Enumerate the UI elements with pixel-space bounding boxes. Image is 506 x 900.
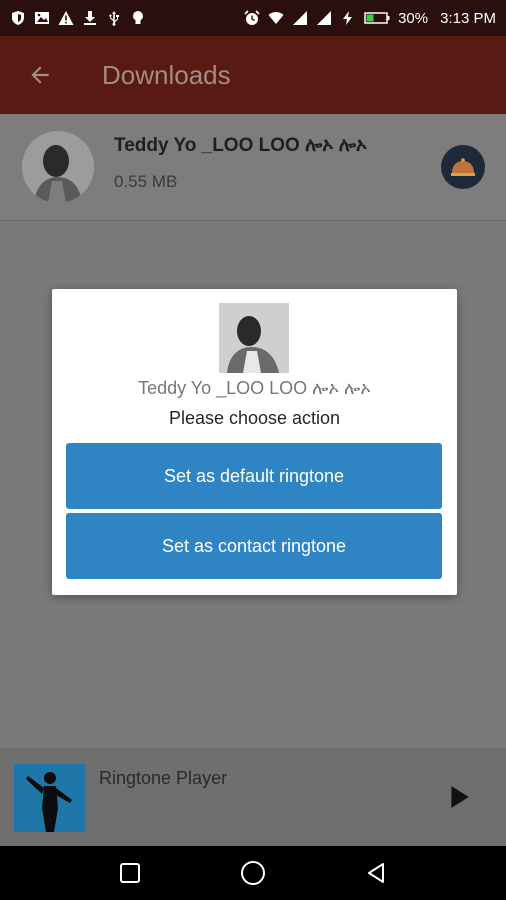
dialog-artwork [219, 303, 289, 373]
status-left-icons [10, 10, 146, 26]
page-title: Downloads [102, 59, 231, 90]
image-icon [34, 10, 50, 26]
dialog-prompt: Please choose action [168, 408, 341, 428]
ringtone-action-button[interactable] [441, 145, 485, 189]
clock: 3:13 PM [440, 9, 496, 27]
ringtone-player: Ringtone Player [0, 748, 506, 846]
download-icon [82, 10, 98, 26]
back-icon [368, 863, 385, 883]
app-bar: Downloads [0, 36, 506, 114]
lightbulb-icon [130, 10, 146, 26]
signal-icon [316, 10, 332, 26]
list-item[interactable]: Teddy Yo _LOO LOO ሎኦ ሎኦ 0.55 MB [0, 114, 506, 221]
nav-back-button[interactable] [356, 853, 396, 893]
arrow-back-icon [31, 66, 49, 84]
bell-icon [451, 158, 475, 176]
set-contact-ringtone-button[interactable]: Set as contact ringtone [66, 513, 442, 579]
player-artwork [14, 764, 85, 832]
set-default-ringtone-button[interactable]: Set as default ringtone [66, 443, 442, 509]
player-label: Ringtone Player [99, 768, 228, 788]
choose-action-dialog: Teddy Yo _LOO LOO ሎኦ ሎኦ Please choose ac… [52, 289, 457, 595]
usb-icon [106, 10, 122, 26]
song-avatar [22, 131, 94, 203]
recents-button[interactable] [110, 853, 150, 893]
battery-percentage: 30% [398, 9, 429, 27]
recents-icon [119, 863, 140, 883]
status-bar: 30% 3:13 PM [0, 0, 506, 36]
dialog-song-title: Teddy Yo _LOO LOO ሎኦ ሎኦ [138, 378, 371, 398]
back-button[interactable] [0, 36, 80, 114]
wifi-icon [268, 10, 284, 26]
play-icon [451, 786, 469, 808]
home-icon [240, 861, 265, 885]
warning-icon [58, 10, 74, 26]
home-button[interactable] [233, 853, 273, 893]
song-size: 0.55 MB [114, 172, 178, 191]
shield-icon [10, 10, 26, 26]
system-nav-bar [0, 846, 506, 900]
play-button[interactable] [442, 780, 476, 814]
charging-icon [340, 10, 356, 26]
alarm-icon [244, 10, 260, 26]
battery-icon [364, 10, 390, 26]
status-right-icons: 30% 3:13 PM [244, 10, 496, 27]
signal-icon [292, 10, 308, 26]
song-title: Teddy Yo _LOO LOO ሎኦ ሎኦ [114, 135, 368, 156]
